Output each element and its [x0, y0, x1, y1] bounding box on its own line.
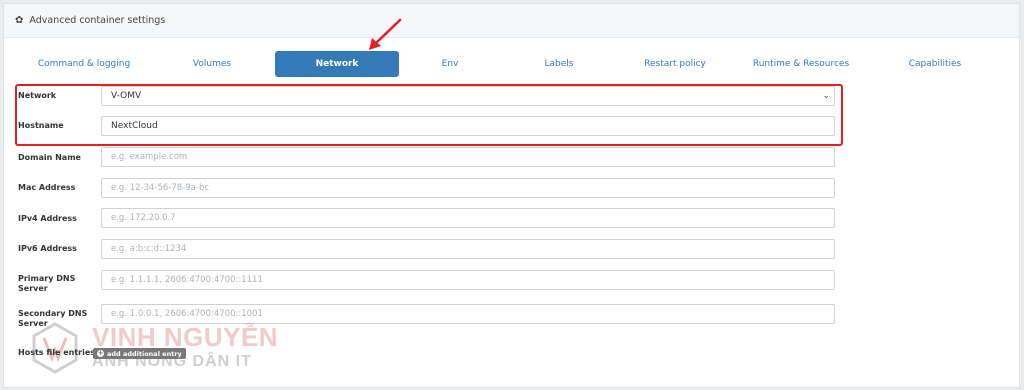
secondary-dns-label-line1: Secondary DNS — [18, 309, 88, 318]
secondary-dns-placeholder: e.g. 1.0.0.1, 2606:4700:4700::1001 — [111, 309, 263, 319]
hostname-input[interactable]: NextCloud — [101, 116, 835, 136]
ipv6-input[interactable]: e.g. a:b:c:d::1234 — [101, 239, 835, 259]
mac-address-label: Mac Address — [18, 183, 76, 192]
primary-dns-label-line2: Server — [18, 284, 48, 293]
tab-capabilities[interactable]: Capabilities — [894, 51, 976, 77]
tab-labels[interactable]: Labels — [528, 51, 590, 77]
panel-header[interactable]: ✿ Advanced container settings — [4, 4, 1019, 38]
add-entry-button[interactable]: + add additional entry — [93, 348, 186, 359]
gear-icon: ✿ — [15, 15, 24, 26]
mac-address-input[interactable]: e.g. 12-34-56-78-9a-bc — [101, 178, 835, 198]
tab-env[interactable]: Env — [424, 51, 476, 77]
primary-dns-label-line1: Primary DNS — [18, 274, 76, 283]
hostname-label: Hostname — [18, 121, 64, 130]
advanced-settings-panel: ✿ Advanced container settings Command & … — [3, 3, 1020, 388]
hostname-value: NextCloud — [111, 121, 158, 131]
ipv6-label: IPv6 Address — [18, 244, 77, 253]
plus-icon: + — [97, 349, 104, 357]
ipv6-placeholder: e.g. a:b:c:d::1234 — [111, 244, 187, 254]
tab-restart-policy[interactable]: Restart policy — [629, 51, 721, 77]
primary-dns-input[interactable]: e.g. 1.1.1.1, 2606:4700:4700::1111 — [101, 270, 835, 290]
network-select[interactable]: V-OMV ⌄ — [101, 86, 835, 106]
tab-command-logging[interactable]: Command & logging — [22, 51, 146, 77]
hosts-file-label: Hosts file entries — [18, 348, 96, 357]
tab-volumes[interactable]: Volumes — [172, 51, 252, 77]
ipv4-label: IPv4 Address — [18, 214, 77, 223]
domain-name-input[interactable]: e.g. example.com — [101, 147, 835, 167]
chevron-down-icon: ⌄ — [822, 91, 830, 101]
primary-dns-placeholder: e.g. 1.1.1.1, 2606:4700:4700::1111 — [111, 275, 263, 285]
secondary-dns-input[interactable]: e.g. 1.0.0.1, 2606:4700:4700::1001 — [101, 304, 835, 324]
ipv4-input[interactable]: e.g. 172.20.0.7 — [101, 208, 835, 228]
red-arrow-annotation — [369, 18, 402, 50]
primary-dns-label: Primary DNS Server — [18, 274, 75, 294]
domain-name-placeholder: e.g. example.com — [111, 152, 188, 162]
panel-title: Advanced container settings — [29, 15, 166, 26]
mac-address-placeholder: e.g. 12-34-56-78-9a-bc — [111, 183, 210, 193]
tab-network[interactable]: Network — [275, 51, 399, 77]
ipv4-placeholder: e.g. 172.20.0.7 — [111, 213, 176, 223]
tab-runtime-resources[interactable]: Runtime & Resources — [744, 51, 858, 77]
tab-bar: Command & logging Volumes Network Env La… — [4, 51, 1019, 79]
network-label: Network — [18, 91, 57, 100]
domain-name-label: Domain Name — [18, 153, 81, 162]
add-entry-label: add additional entry — [107, 349, 182, 358]
network-select-value: V-OMV — [111, 91, 142, 101]
